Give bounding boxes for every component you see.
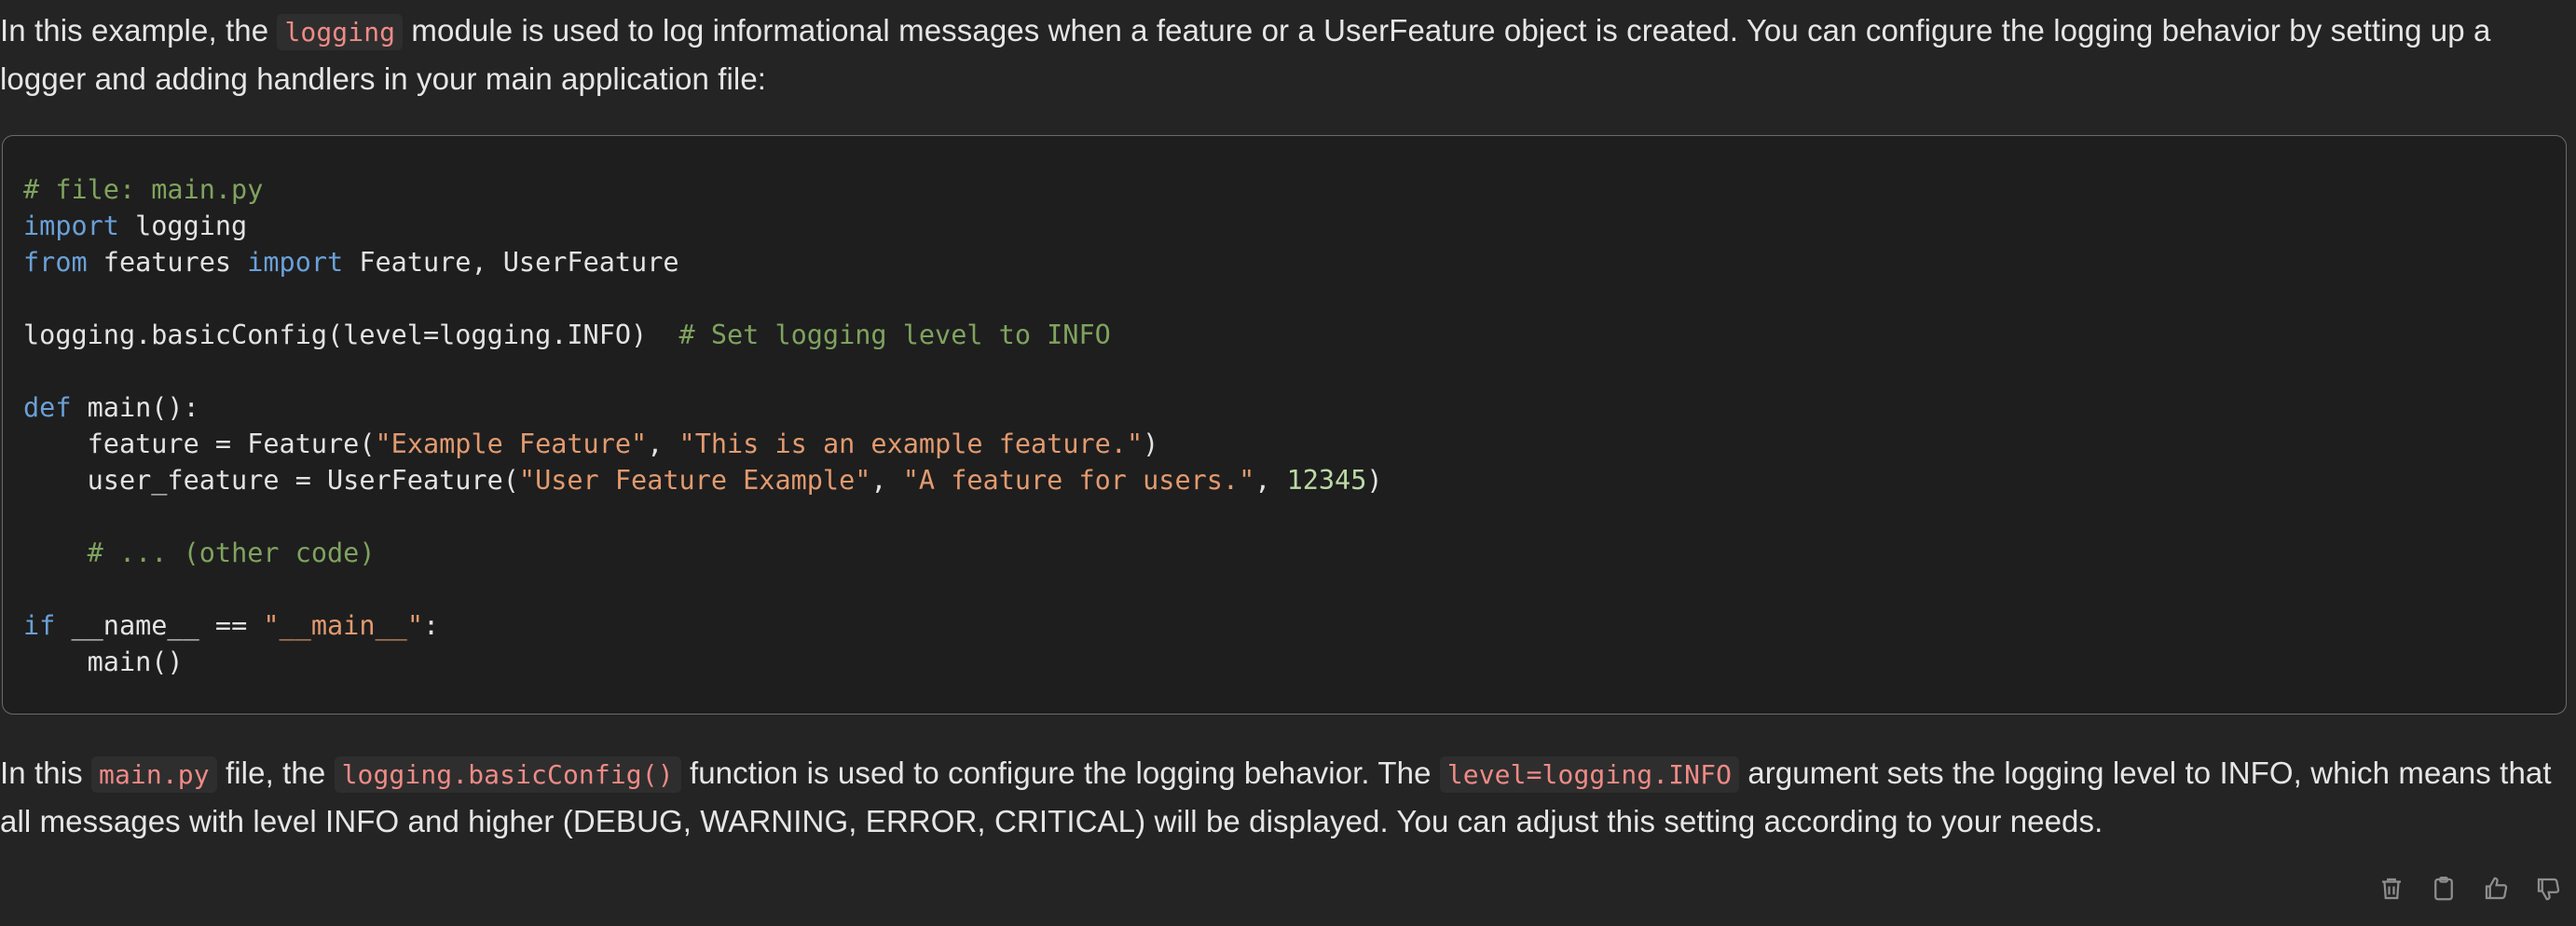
code-token: # file: main.py [23, 174, 264, 205]
code-token: "This is an example feature." [678, 429, 1144, 459]
code-token: import [247, 247, 344, 278]
code-line: def main(): [23, 389, 1383, 426]
delete-button[interactable] [2375, 872, 2408, 906]
code-token: ) [1366, 465, 1383, 496]
code-token: , [870, 465, 903, 496]
code-line: main() [23, 644, 1383, 680]
code-token: ) [1143, 429, 1159, 459]
outro-text-3: function is used to configure the loggin… [680, 756, 1440, 790]
code-token: logging [118, 211, 248, 241]
code-token: : [422, 610, 440, 641]
code-token: feature = Feature( [23, 429, 376, 459]
code-token: "User Feature Example" [518, 465, 871, 496]
code-token: __name__ == [55, 610, 264, 641]
code-line: if __name__ == "__main__": [23, 607, 1383, 644]
code-token: logging.basicConfig(level=logging.INFO) [23, 320, 679, 350]
code-token: "__main__" [263, 610, 423, 641]
inline-code-basicconfig: logging.basicConfig() [334, 756, 681, 793]
code-line: feature = Feature("Example Feature", "Th… [23, 426, 1383, 462]
intro-text-before: In this example, the [0, 13, 278, 48]
code-token: user_feature = UserFeature( [23, 465, 519, 496]
code-token: def [23, 392, 72, 423]
chat-message: In this example, the logging module is u… [0, 0, 2576, 926]
code-token: "Example Feature" [375, 429, 648, 459]
thumbs-down-icon [2537, 878, 2560, 901]
code-token: import [23, 211, 119, 241]
code-token: # Set logging level to INFO [678, 320, 1111, 350]
code-content[interactable]: # file: main.py import logging from featur… [23, 171, 1383, 680]
code-line: import logging [23, 208, 1383, 244]
clipboard-icon [2434, 877, 2453, 901]
code-line: logging.basicConfig(level=logging.INFO) … [23, 317, 1383, 353]
code-token: main(): [71, 392, 199, 423]
inline-code-level: level=logging.INFO [1439, 756, 1740, 793]
code-token: if [23, 610, 56, 641]
code-token: Feature, UserFeature [343, 247, 679, 278]
code-line: user_feature = UserFeature("User Feature… [23, 462, 1383, 498]
code-line: from features import Feature, UserFeatur… [23, 244, 1383, 280]
intro-paragraph: In this example, the logging module is u… [0, 7, 2561, 102]
outro-text-2: file, the [216, 756, 335, 790]
inline-code-main-py: main.py [91, 756, 217, 793]
code-token: # ... (other code) [87, 538, 376, 568]
outro-text-1: In this [0, 756, 92, 790]
thumbs-up-button[interactable] [2479, 872, 2513, 906]
inline-code-logging: logging [277, 14, 404, 50]
thumbs-up-icon [2485, 877, 2508, 900]
code-line: # ... (other code) [23, 535, 1383, 571]
thumbs-down-button[interactable] [2531, 872, 2565, 906]
code-token: , [647, 429, 679, 459]
message-actions [2375, 872, 2565, 906]
code-token: , [1254, 465, 1287, 496]
outro-paragraph: In this main.py file, the logging.basicC… [0, 750, 2561, 845]
code-token: features [87, 247, 248, 278]
code-token: main() [23, 647, 184, 677]
trash-icon [2382, 878, 2401, 900]
code-token: from [23, 247, 88, 278]
copy-button[interactable] [2427, 872, 2460, 906]
code-line: # file: main.py [23, 171, 1383, 208]
code-token: 12345 [1286, 465, 1367, 496]
code-block: # file: main.py import logging from featur… [2, 135, 2567, 715]
code-token: "A feature for users." [902, 465, 1255, 496]
